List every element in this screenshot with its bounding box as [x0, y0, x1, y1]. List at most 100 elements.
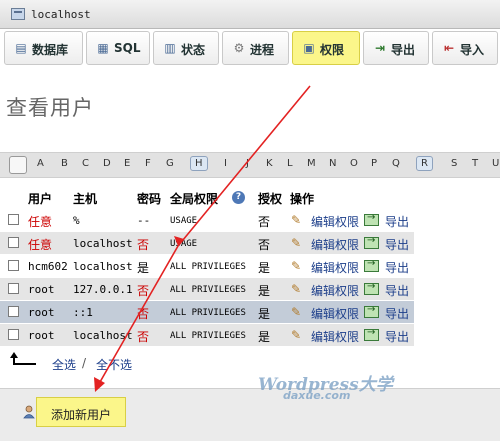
row-password: 否 — [137, 238, 150, 252]
edit-privileges-icon[interactable]: ✎ — [291, 328, 305, 342]
row-privileges: USAGE — [170, 239, 198, 249]
letter-n[interactable]: N — [329, 158, 336, 169]
edit-privileges-icon[interactable]: ✎ — [291, 259, 305, 273]
letter-j[interactable]: J — [246, 158, 249, 169]
letter-s[interactable]: S — [451, 158, 457, 169]
tab-sql[interactable]: ▦ SQL — [86, 31, 150, 65]
row-grant: 是 — [258, 307, 271, 321]
letter-r[interactable]: R — [416, 156, 433, 171]
export-link[interactable]: 导出 — [385, 259, 409, 276]
letter-c[interactable]: C — [82, 158, 89, 169]
tab-label: 导入 — [460, 43, 485, 57]
row-password: 否 — [137, 284, 150, 298]
table-row: 任意 % -- USAGE 否 ✎ 编辑权限 导出 — [0, 208, 414, 231]
edit-privileges-link[interactable]: 编辑权限 — [311, 282, 359, 299]
row-privileges: ALL PRIVILEGES — [170, 285, 246, 295]
row-host: localhost — [73, 329, 133, 342]
letter-i[interactable]: I — [224, 158, 227, 169]
letter-h[interactable]: H — [190, 156, 208, 171]
row-grant: 是 — [258, 284, 271, 298]
row-checkbox[interactable] — [8, 283, 19, 294]
letter-m[interactable]: M — [307, 158, 316, 169]
row-checkbox[interactable] — [8, 306, 19, 317]
letter-p[interactable]: P — [371, 158, 377, 169]
table-row: root ::1 否 ALL PRIVILEGES 是 ✎ 编辑权限 导出 — [0, 300, 414, 323]
add-user-icon — [23, 405, 35, 419]
letter-k[interactable]: K — [266, 158, 273, 169]
database-icon: ▤ — [15, 41, 27, 55]
export-link[interactable]: 导出 — [385, 328, 409, 345]
tab-processes[interactable]: ⚙ 进程 — [222, 31, 289, 65]
edit-privileges-link[interactable]: 编辑权限 — [311, 259, 359, 276]
letter-t[interactable]: T — [472, 158, 478, 169]
export-icon[interactable] — [364, 281, 379, 295]
help-icon[interactable]: ? — [232, 191, 245, 204]
tab-privileges[interactable]: ▣ 权限 — [292, 31, 360, 65]
export-link[interactable]: 导出 — [385, 305, 409, 322]
row-checkbox[interactable] — [8, 329, 19, 340]
edit-privileges-link[interactable]: 编辑权限 — [311, 305, 359, 322]
tab-databases[interactable]: ▤ 数据库 — [4, 31, 83, 65]
edit-privileges-icon[interactable]: ✎ — [291, 236, 305, 250]
row-privileges: ALL PRIVILEGES — [170, 308, 246, 318]
privileges-icon: ▣ — [303, 41, 315, 55]
letter-l[interactable]: L — [287, 158, 293, 169]
edit-privileges-link[interactable]: 编辑权限 — [311, 328, 359, 345]
row-user: root — [28, 283, 55, 296]
server-icon — [11, 8, 25, 20]
row-user: root — [28, 329, 55, 342]
export-link[interactable]: 导出 — [385, 213, 409, 230]
row-password: 是 — [137, 261, 150, 275]
row-grant: 是 — [258, 261, 271, 275]
server-host[interactable]: localhost — [31, 8, 91, 21]
import-icon: ⇤ — [443, 41, 455, 55]
letter-e[interactable]: E — [124, 158, 130, 169]
export-icon[interactable] — [364, 304, 379, 318]
tab-status[interactable]: ▥ 状态 — [153, 31, 219, 65]
export-icon[interactable] — [364, 212, 379, 226]
row-host: % — [73, 214, 80, 227]
letter-d[interactable]: D — [103, 158, 111, 169]
select-none-link[interactable]: 全不选 — [96, 356, 132, 373]
letter-q[interactable]: Q — [392, 158, 400, 169]
export-icon: ⇥ — [374, 41, 386, 55]
tab-export[interactable]: ⇥ 导出 — [363, 31, 429, 65]
tab-label: 导出 — [391, 43, 416, 57]
export-link[interactable]: 导出 — [385, 236, 409, 253]
tab-label: 数据库 — [32, 43, 69, 57]
export-icon[interactable] — [364, 235, 379, 249]
row-checkbox[interactable] — [8, 214, 19, 225]
row-checkbox[interactable] — [8, 260, 19, 271]
add-user-button[interactable]: 添加新用户 — [36, 397, 126, 427]
col-user: 用户 — [28, 192, 53, 206]
gear-icon: ⚙ — [233, 41, 245, 55]
export-icon[interactable] — [364, 258, 379, 272]
edit-privileges-icon[interactable]: ✎ — [291, 282, 305, 296]
edit-privileges-icon[interactable]: ✎ — [291, 305, 305, 319]
edit-privileges-icon[interactable]: ✎ — [291, 213, 305, 227]
letter-all-button[interactable] — [9, 156, 27, 174]
row-privileges: ALL PRIVILEGES — [170, 331, 246, 341]
export-link[interactable]: 导出 — [385, 282, 409, 299]
export-icon[interactable] — [364, 327, 379, 341]
row-grant: 否 — [258, 215, 271, 229]
tab-label: 状态 — [181, 43, 206, 57]
select-all-link[interactable]: 全选 — [52, 356, 76, 373]
letter-b[interactable]: B — [61, 158, 68, 169]
letter-a[interactable]: A — [37, 158, 44, 169]
letter-o[interactable]: O — [350, 158, 358, 169]
edit-privileges-link[interactable]: 编辑权限 — [311, 213, 359, 230]
row-privileges: USAGE — [170, 216, 198, 226]
table-row: root localhost 否 ALL PRIVILEGES 是 ✎ 编辑权限… — [0, 323, 414, 346]
row-host: 127.0.0.1 — [73, 283, 133, 296]
arrow-up-icon — [10, 352, 36, 365]
row-host: localhost — [73, 237, 133, 250]
row-checkbox[interactable] — [8, 237, 19, 248]
letter-u[interactable]: U — [492, 158, 499, 169]
letter-g[interactable]: G — [166, 158, 174, 169]
letter-f[interactable]: F — [145, 158, 151, 169]
table-header: 用户 主机 密码 全局权限 ? 授权 操作 — [0, 186, 414, 208]
tab-import[interactable]: ⇤ 导入 — [432, 31, 498, 65]
edit-privileges-link[interactable]: 编辑权限 — [311, 236, 359, 253]
col-password: 密码 — [137, 192, 162, 206]
